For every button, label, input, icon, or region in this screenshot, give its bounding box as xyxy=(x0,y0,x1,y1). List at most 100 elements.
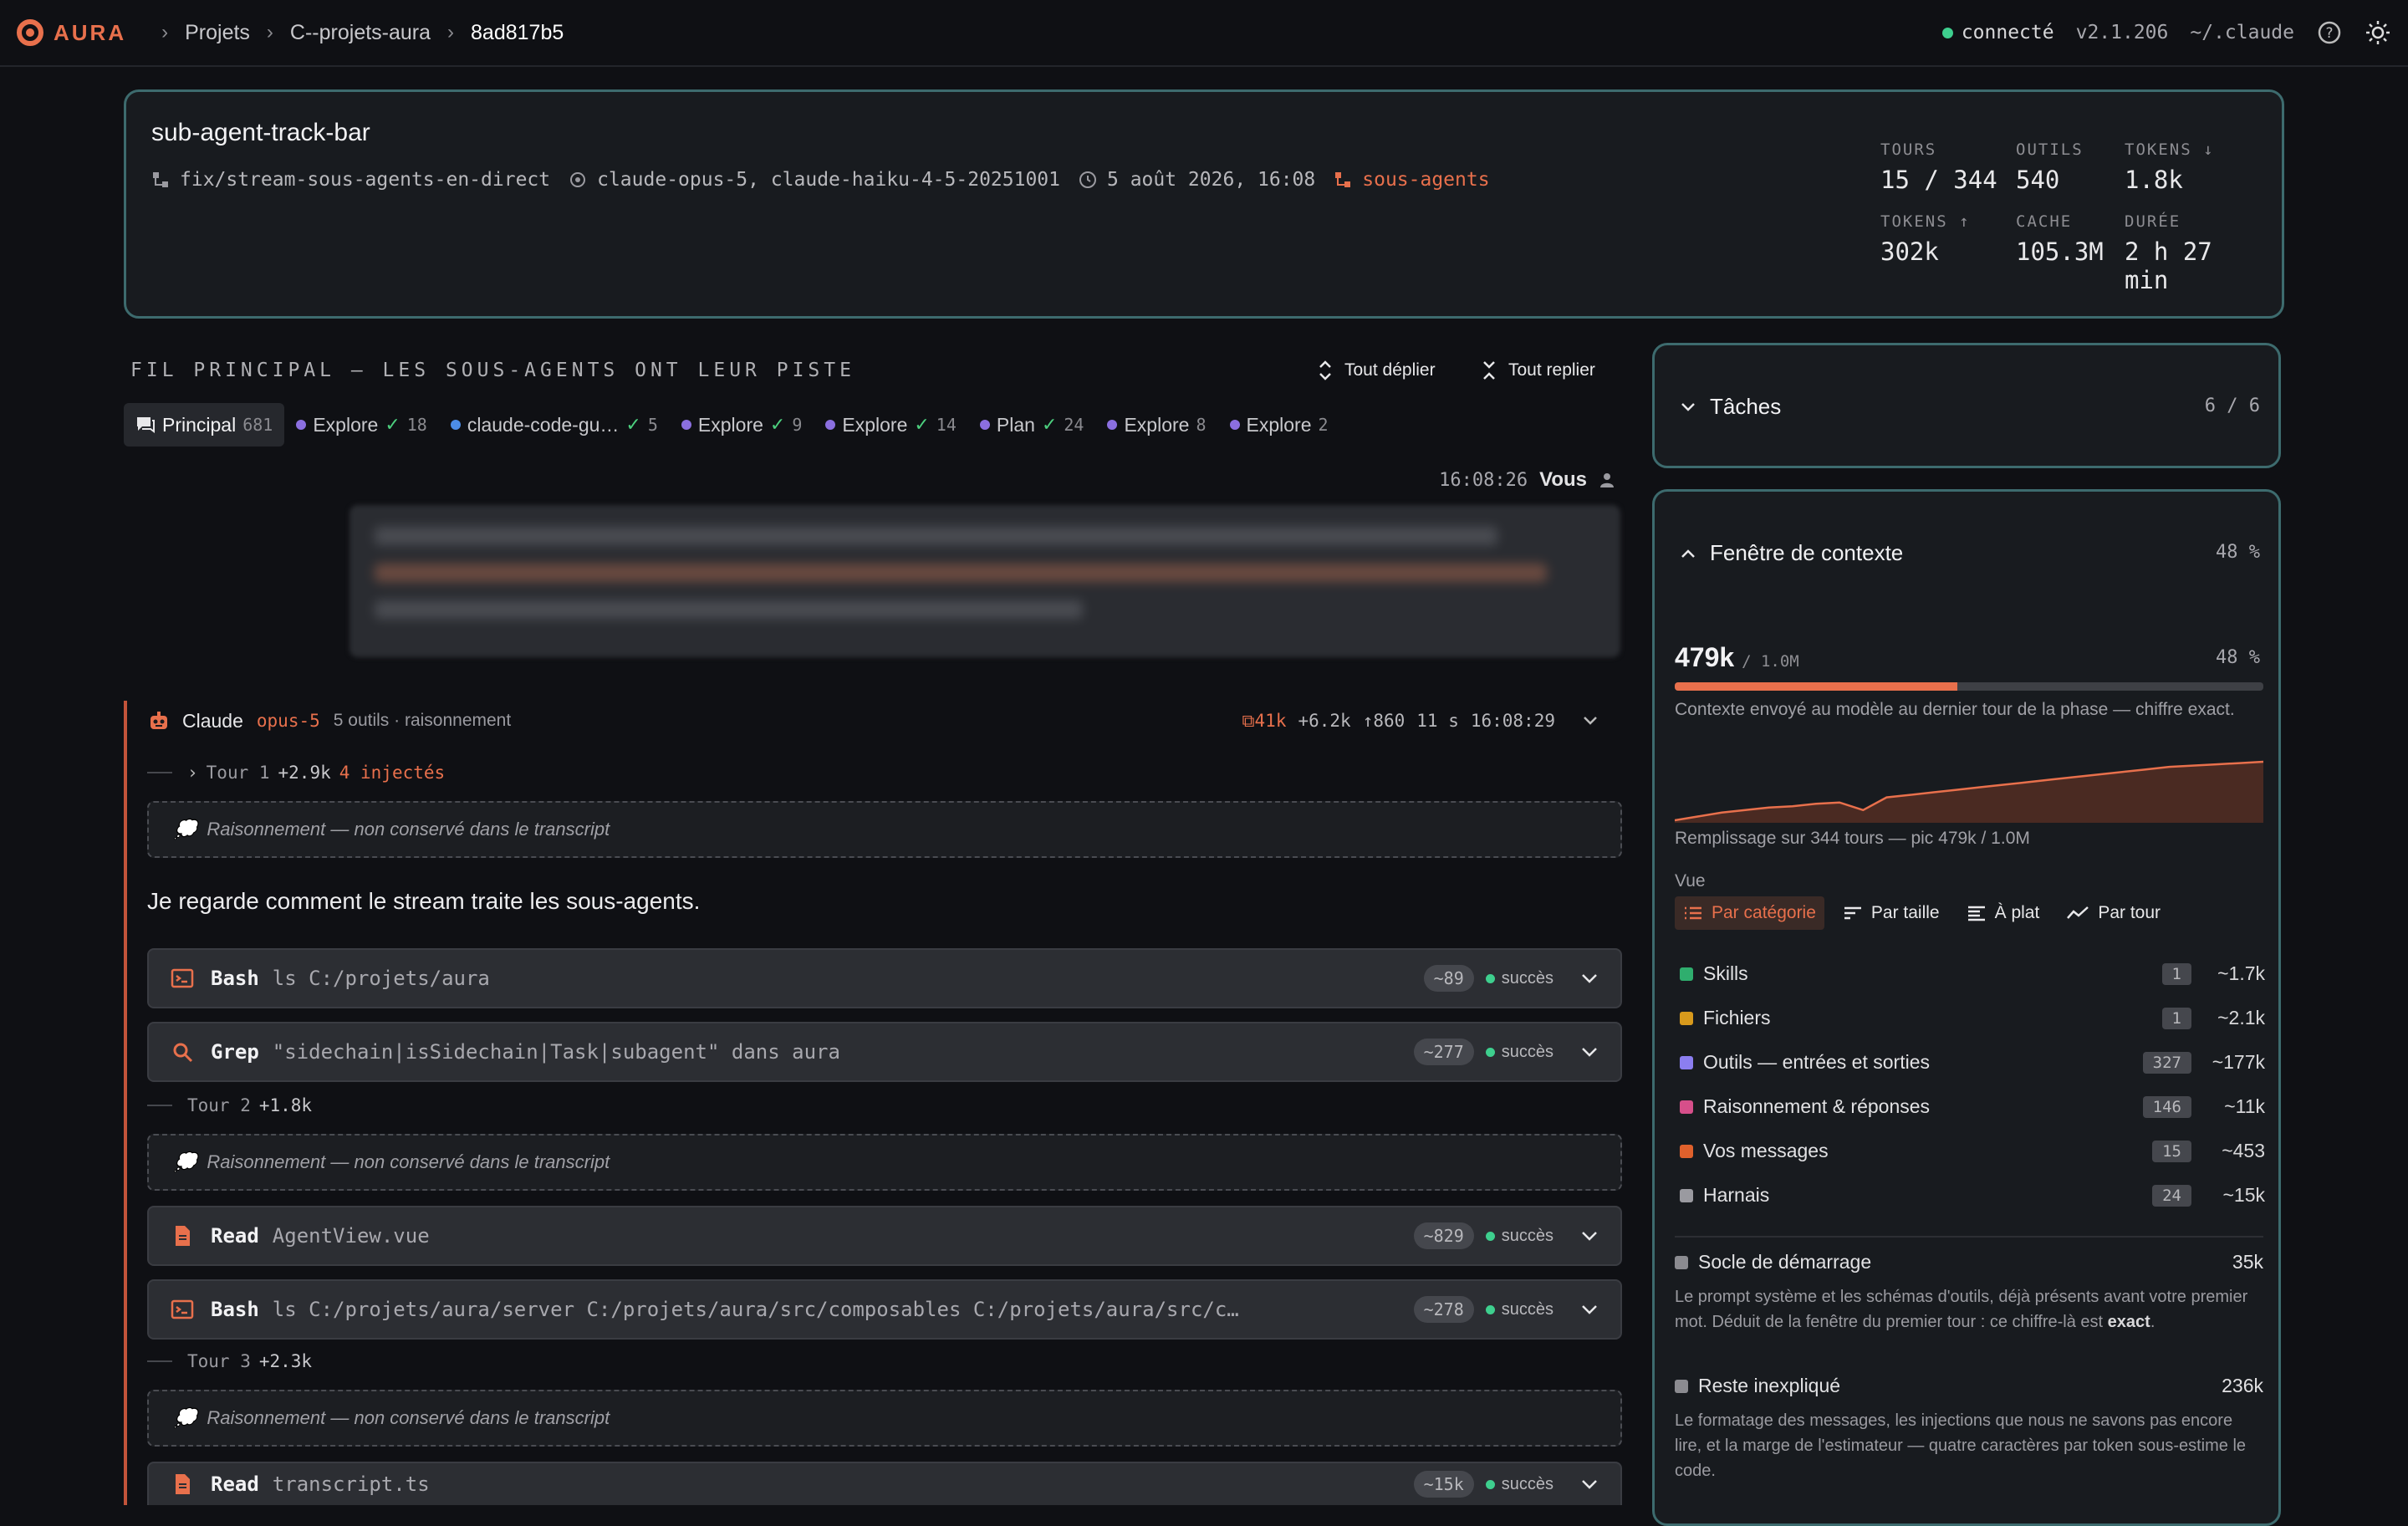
tool-call-read-2[interactable]: Read transcript.ts ~15k succès xyxy=(147,1462,1622,1505)
check-icon: ✓ xyxy=(769,414,786,435)
tokens-out: ↑860 xyxy=(1362,711,1406,731)
turn-3[interactable]: Tour 3 +2.3k xyxy=(147,1351,312,1371)
tab-plan[interactable]: Plan ✓ 24 xyxy=(968,403,1096,447)
assistant-time: 16:08:29 xyxy=(1470,711,1555,731)
date-meta: 5 août 2026, 16:08 xyxy=(1079,169,1315,191)
tab-principal[interactable]: Principal 681 xyxy=(124,403,285,447)
chat-icon xyxy=(137,417,155,433)
tool-call-bash-2[interactable]: Bash ls C:/projets/aura/server C:/projet… xyxy=(147,1279,1622,1340)
assistant-summary: 5 outils · raisonnement xyxy=(333,711,512,730)
view-par-tour[interactable]: Par tour xyxy=(2058,896,2169,930)
divider xyxy=(1675,1236,2263,1238)
claude-path: ~/.claude xyxy=(2190,22,2294,43)
unexplained-description: Le formatage des messages, les injection… xyxy=(1675,1411,2247,1480)
tab-explore-4[interactable]: Explore 8 xyxy=(1095,403,1217,447)
tool-call-read-1[interactable]: Read AgentView.vue ~829 succès xyxy=(147,1206,1622,1266)
category-harnais[interactable]: Harnais 24 ~15k xyxy=(1680,1173,2265,1217)
category-swatch xyxy=(1680,1144,1693,1158)
category-swatch xyxy=(1680,967,1693,981)
topbar-right: connecté v2.1.206 ~/.claude ? xyxy=(1941,19,2391,46)
subagent-icon xyxy=(1335,172,1351,187)
category-swatch xyxy=(1680,1188,1693,1202)
list-icon xyxy=(1685,906,1701,920)
chevron-right-icon: › xyxy=(447,21,455,43)
stat-tours: TOURS 15 / 344 xyxy=(1880,140,1997,194)
turn-2[interactable]: Tour 2 +1.8k xyxy=(147,1095,312,1115)
turn-1-injected: 4 injectés xyxy=(339,763,446,783)
check-icon: ✓ xyxy=(625,414,641,435)
context-fill xyxy=(1675,682,1957,691)
assistant-duration: 11 s xyxy=(1416,711,1459,731)
user-message-author: Vous xyxy=(1539,468,1587,491)
tasks-panel[interactable]: Tâches 6 / 6 xyxy=(1652,343,2281,468)
context-fill-bar xyxy=(1675,682,2263,691)
turn-3-delta: +2.3k xyxy=(258,1351,313,1371)
reasoning-block-3: 💭 Raisonnement — non conservé dans le tra… xyxy=(147,1390,1622,1447)
chevron-right-icon: › xyxy=(187,763,198,783)
chip-icon xyxy=(570,172,586,187)
theme-toggle-icon[interactable] xyxy=(2365,19,2391,46)
chevron-down-icon[interactable] xyxy=(1580,1478,1599,1490)
brand-logo[interactable]: AURA xyxy=(17,19,126,46)
branch-meta: fix/stream-sous-agents-en-direct xyxy=(151,169,550,191)
tab-claude-code-guide[interactable]: claude-code-gu… ✓ 5 xyxy=(439,403,670,447)
view-par-taille[interactable]: Par taille xyxy=(1834,896,1948,930)
expand-icon xyxy=(1319,360,1331,380)
stat-cache: CACHE 105.3M xyxy=(2016,212,2104,266)
expand-all-button[interactable]: Tout déplier xyxy=(1318,360,1436,381)
reasoning-block-2: 💭 Raisonnement — non conservé dans le tra… xyxy=(147,1134,1622,1191)
terminal-icon xyxy=(171,968,194,988)
baseline-description: Le prompt système et les schémas d'outil… xyxy=(1675,1288,2248,1331)
session-title: sub-agent-track-bar xyxy=(151,119,370,146)
context-header[interactable]: Fenêtre de contexte xyxy=(1680,540,1903,566)
session-date: 5 août 2026, 16:08 xyxy=(1107,169,1316,191)
tag-meta[interactable]: sous-agents xyxy=(1334,169,1490,191)
context-pct: 48 % xyxy=(2216,647,2260,668)
category-messages[interactable]: Vos messages 15 ~453 xyxy=(1680,1129,2265,1173)
tab-explore-5[interactable]: Explore 2 xyxy=(1218,403,1340,447)
category-fichiers[interactable]: Fichiers 1 ~2.1k xyxy=(1680,996,2265,1040)
tasks-count: 6 / 6 xyxy=(2204,396,2260,416)
agent-tabs: Principal 681 Explore ✓ 18 claude-code-gu… ✓… xyxy=(124,403,1340,447)
help-icon[interactable]: ? xyxy=(2316,19,2343,46)
tab-explore-2[interactable]: Explore ✓ 9 xyxy=(670,403,814,447)
trend-icon xyxy=(2067,906,2089,919)
chevron-down-icon[interactable] xyxy=(1582,711,1599,731)
status-dot-icon xyxy=(1941,28,1953,38)
chevron-down-icon[interactable] xyxy=(1580,972,1599,984)
brain-icon: 💭 xyxy=(174,819,197,840)
tab-explore-3[interactable]: Explore ✓ 14 xyxy=(814,403,968,447)
breadcrumb-project[interactable]: C--projets-aura xyxy=(290,21,431,45)
category-outils[interactable]: Outils — entrées et sorties 327 ~177k xyxy=(1680,1040,2265,1085)
chevron-down-icon[interactable] xyxy=(1580,1046,1599,1058)
tab-explore-1[interactable]: Explore ✓ 18 xyxy=(284,403,439,447)
context-sparkline xyxy=(1675,760,2263,823)
turn-2-label: Tour 2 xyxy=(187,1095,251,1115)
view-a-plat[interactable]: À plat xyxy=(1958,896,2048,930)
sparkline-area xyxy=(1675,762,2263,823)
tool-call-bash-1[interactable]: Bash ls C:/projets/aura ~89 succès xyxy=(147,948,1622,1008)
category-skills[interactable]: Skills 1 ~1.7k xyxy=(1680,952,2265,996)
category-raisonnement[interactable]: Raisonnement & réponses 146 ~11k xyxy=(1680,1085,2265,1129)
chevron-down-icon[interactable] xyxy=(1580,1304,1599,1315)
session-meta: fix/stream-sous-agents-en-direct claude-… xyxy=(151,169,1490,191)
view-par-categorie[interactable]: Par catégorie xyxy=(1675,896,1824,930)
tool-call-grep[interactable]: Grep "sidechain|isSidechain|Task|subagen… xyxy=(147,1022,1622,1082)
agent-dot-icon xyxy=(825,420,836,430)
assistant-track-line xyxy=(124,701,127,1505)
thread-title: FIL PRINCIPAL — LES SOUS-AGENTS ONT LEUR… xyxy=(130,360,855,381)
collapse-all-button[interactable]: Tout replier xyxy=(1482,360,1595,381)
collapse-icon xyxy=(1483,361,1495,380)
tasks-header[interactable]: Tâches xyxy=(1680,394,1781,420)
chevron-down-icon[interactable] xyxy=(1580,1230,1599,1242)
context-copy-icon: ⧉ xyxy=(1242,710,1255,731)
user-icon xyxy=(1600,473,1614,487)
assistant-header: Claude opus-5 5 outils · raisonnement ⧉4… xyxy=(147,709,1599,732)
agent-dot-icon xyxy=(1229,420,1240,430)
context-caption: Contexte envoyé au modèle au dernier tou… xyxy=(1675,700,2235,719)
branch-icon xyxy=(153,172,168,187)
context-used: 479k / 1.0M xyxy=(1675,642,1799,672)
turn-1[interactable]: › Tour 1 +2.9k 4 injectés xyxy=(147,763,445,783)
category-swatch xyxy=(1680,1055,1693,1069)
breadcrumb-projets[interactable]: Projets xyxy=(185,21,250,45)
